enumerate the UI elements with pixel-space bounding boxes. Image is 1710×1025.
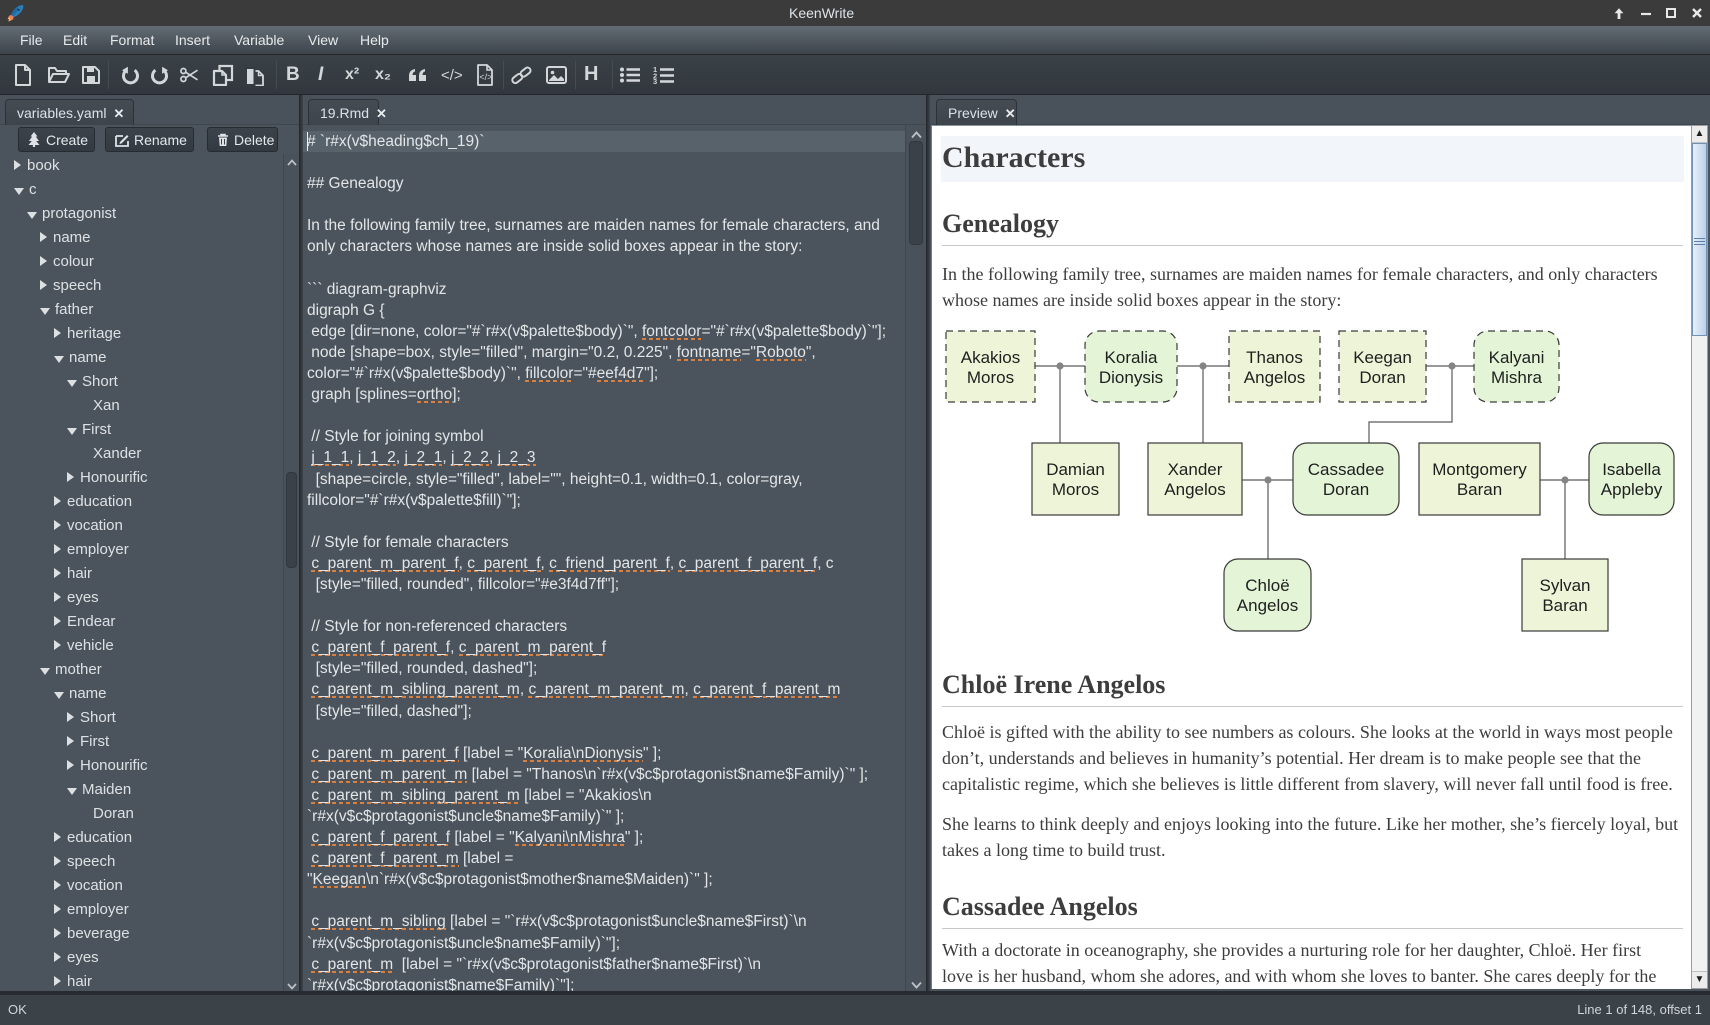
- svg-text:Angelos: Angelos: [1244, 368, 1305, 387]
- svg-text:Damian: Damian: [1046, 460, 1105, 479]
- svg-text:Keegan: Keegan: [1353, 348, 1412, 367]
- svg-text:Angelos: Angelos: [1237, 596, 1298, 615]
- svg-text:Xander: Xander: [1168, 460, 1223, 479]
- svg-text:Sylvan: Sylvan: [1539, 576, 1590, 595]
- svg-text:Chloë: Chloë: [1245, 576, 1289, 595]
- svg-text:3: 3: [653, 77, 657, 84]
- svg-text:Moros: Moros: [1052, 480, 1099, 499]
- svg-text:</>: </>: [479, 72, 492, 82]
- svg-text:Mishra: Mishra: [1491, 368, 1543, 387]
- svg-text:Montgomery: Montgomery: [1432, 460, 1527, 479]
- svg-text:Isabella: Isabella: [1602, 460, 1661, 479]
- svg-text:Moros: Moros: [967, 368, 1014, 387]
- svg-text:Akakios: Akakios: [961, 348, 1021, 367]
- svg-text:Appleby: Appleby: [1601, 480, 1663, 499]
- svg-text:Kalyani: Kalyani: [1489, 348, 1545, 367]
- svg-text:Doran: Doran: [1323, 480, 1369, 499]
- svg-text:Doran: Doran: [1359, 368, 1405, 387]
- svg-text:Baran: Baran: [1457, 480, 1502, 499]
- svg-text:Angelos: Angelos: [1164, 480, 1225, 499]
- svg-text:Cassadee: Cassadee: [1308, 460, 1385, 479]
- svg-text:Thanos: Thanos: [1246, 348, 1303, 367]
- svg-text:Dionysis: Dionysis: [1099, 368, 1163, 387]
- svg-text:Baran: Baran: [1542, 596, 1587, 615]
- svg-text:Koralia: Koralia: [1105, 348, 1158, 367]
